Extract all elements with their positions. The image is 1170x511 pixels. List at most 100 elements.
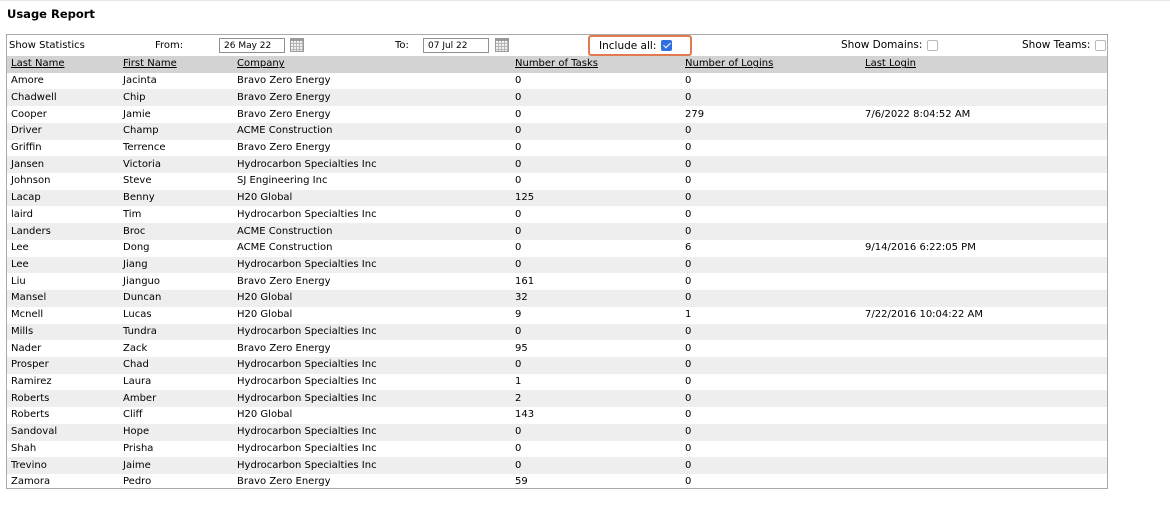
table-row[interactable]: Mansel Duncan H20 Global 32 0 [7,290,1107,307]
first-name-cell: Duncan [123,292,162,304]
tasks-cell: 0 [515,442,522,454]
table-row[interactable]: Mills Tundra Hydrocarbon Specialties Inc 0 0 [7,323,1107,341]
first-name-cell: Tim [123,208,142,220]
tasks-cell: 0 [515,175,522,187]
last-login-cell [861,474,1107,488]
table-row[interactable]: Sandoval Hope Hydrocarbon Specialties Inc 0… [7,423,1107,441]
table-row[interactable]: Landers Broc ACME Construction 0 0 [7,223,1107,240]
table-row[interactable]: Jansen Victoria Hydrocarbon Specialties In… [7,156,1107,174]
tasks-cell: 0 [515,141,522,153]
company-cell: Hydrocarbon Specialties Inc [237,442,377,454]
table-row[interactable]: Johnson Steve SJ Engineering Inc 0 0 [7,173,1107,190]
usage-table: Last Name First Name Company Number of T… [7,56,1107,488]
table-row[interactable]: Nader Zack Bravo Zero Energy 95 0 [7,340,1107,357]
table-row[interactable]: Prosper Chad Hydrocarbon Specialties Inc 0 0 [7,356,1107,374]
tasks-cell: 0 [515,325,522,337]
column-header-last-name[interactable]: Last Name [7,56,119,73]
first-name-cell: Lucas [123,309,152,321]
tasks-cell: 125 [515,192,535,204]
table-row[interactable]: Roberts Cliff H20 Global 143 0 [7,407,1107,424]
table-row[interactable]: Driver Champ ACME Construction 0 0 [7,122,1107,140]
last-login-cell: 7/22/2016 10:04:22 AM [865,309,984,321]
company-cell: ACME Construction [237,125,333,137]
last-name-cell: Prosper [11,359,49,371]
first-name-cell: Victoria [123,158,161,170]
logins-cell: 0 [685,442,692,454]
table-row[interactable]: Zamora Pedro Bravo Zero Energy 59 0 [7,473,1107,488]
logins-cell: 0 [685,75,692,87]
table-row[interactable]: Griffin Terrence Bravo Zero Energy 0 0 [7,139,1107,157]
last-login-cell [861,374,1107,391]
company-cell: Bravo Zero Energy [237,342,331,354]
last-name-cell: Liu [11,275,26,287]
table-row[interactable]: Mcnell Lucas H20 Global 9 1 7/22/2016 10:04:2… [7,306,1107,324]
statistics-toolbar: Show Statistics From: To: Include all: S… [7,35,1107,56]
table-row[interactable]: Shah Prisha Hydrocarbon Specialties Inc 0 0 [7,440,1107,458]
last-name-cell: Griffin [11,141,42,153]
company-cell: Hydrocarbon Specialties Inc [237,376,377,388]
table-row[interactable]: Cooper Jamie Bravo Zero Energy 0 279 7/6/2022… [7,106,1107,123]
column-header-last-login[interactable]: Last Login [861,56,1107,73]
table-row[interactable]: Lee Jiang Hydrocarbon Specialties Inc 0 0 [7,256,1107,274]
table-row[interactable]: Lee Dong ACME Construction 0 6 9/14/2016 6:22… [7,239,1107,257]
tasks-cell: 0 [515,225,522,237]
include-all-highlight: Include all: [588,35,692,56]
column-header-first-name[interactable]: First Name [119,56,233,73]
tasks-cell: 0 [515,208,522,220]
last-login-cell [861,257,1107,274]
table-row[interactable]: Roberts Amber Hydrocarbon Specialties Inc 2… [7,390,1107,408]
company-cell: H20 Global [237,292,293,304]
table-row[interactable]: Liu Jianguo Bravo Zero Energy 161 0 [7,273,1107,291]
last-login-cell [861,223,1107,240]
last-name-cell: Zamora [11,476,51,488]
column-header-number-of-logins[interactable]: Number of Logins [681,56,861,73]
table-header-row: Last Name First Name Company Number of T… [7,56,1107,73]
first-name-cell: Hope [123,426,150,438]
tasks-cell: 161 [515,275,535,287]
calendar-icon[interactable] [290,38,304,52]
company-cell: H20 Global [237,192,293,204]
last-name-cell: Amore [11,75,44,87]
last-login-cell [861,357,1107,374]
first-name-cell: Champ [123,125,159,137]
last-name-cell: Driver [11,125,42,137]
show-teams-label: Show Teams: [1022,39,1091,51]
last-name-cell: Jansen [11,158,45,170]
table-row[interactable]: Amore Jacinta Bravo Zero Energy 0 0 [7,72,1107,90]
table-row[interactable]: Chadwell Chip Bravo Zero Energy 0 0 [7,89,1107,107]
logins-cell: 0 [685,125,692,137]
last-login-cell [861,290,1107,307]
show-teams-checkbox[interactable] [1095,40,1106,51]
first-name-cell: Benny [123,192,155,204]
last-login-cell [861,73,1107,90]
tasks-cell: 32 [515,292,528,304]
company-cell: Hydrocarbon Specialties Inc [237,158,377,170]
last-name-cell: Johnson [11,175,51,187]
tasks-cell: 0 [515,91,522,103]
include-all-checkbox[interactable] [661,40,672,51]
table-row[interactable]: Ramirez Laura Hydrocarbon Specialties Inc 1… [7,373,1107,391]
to-date-input[interactable] [423,38,489,53]
company-cell: Hydrocarbon Specialties Inc [237,359,377,371]
show-domains-checkbox[interactable] [927,40,938,51]
last-name-cell: Mcnell [11,309,44,321]
table-row[interactable]: Trevino Jaime Hydrocarbon Specialties Inc 0… [7,457,1107,474]
logins-cell: 0 [685,359,692,371]
logins-cell: 6 [685,242,692,254]
logins-cell: 0 [685,459,692,471]
table-row[interactable]: laird Tim Hydrocarbon Specialties Inc 0 0 [7,206,1107,224]
logins-cell: 0 [685,175,692,187]
logins-cell: 0 [685,325,692,337]
calendar-icon[interactable] [495,38,509,52]
from-date-input[interactable] [219,38,285,53]
column-header-company[interactable]: Company [233,56,511,73]
logins-cell: 0 [685,376,692,388]
last-login-cell [861,407,1107,424]
last-login-cell [861,457,1107,474]
tasks-cell: 0 [515,426,522,438]
to-label: To: [395,40,409,51]
table-row[interactable]: Lacap Benny H20 Global 125 0 [7,189,1107,207]
column-header-number-of-tasks[interactable]: Number of Tasks [511,56,681,73]
last-login-cell [861,156,1107,173]
company-cell: Bravo Zero Energy [237,75,331,87]
